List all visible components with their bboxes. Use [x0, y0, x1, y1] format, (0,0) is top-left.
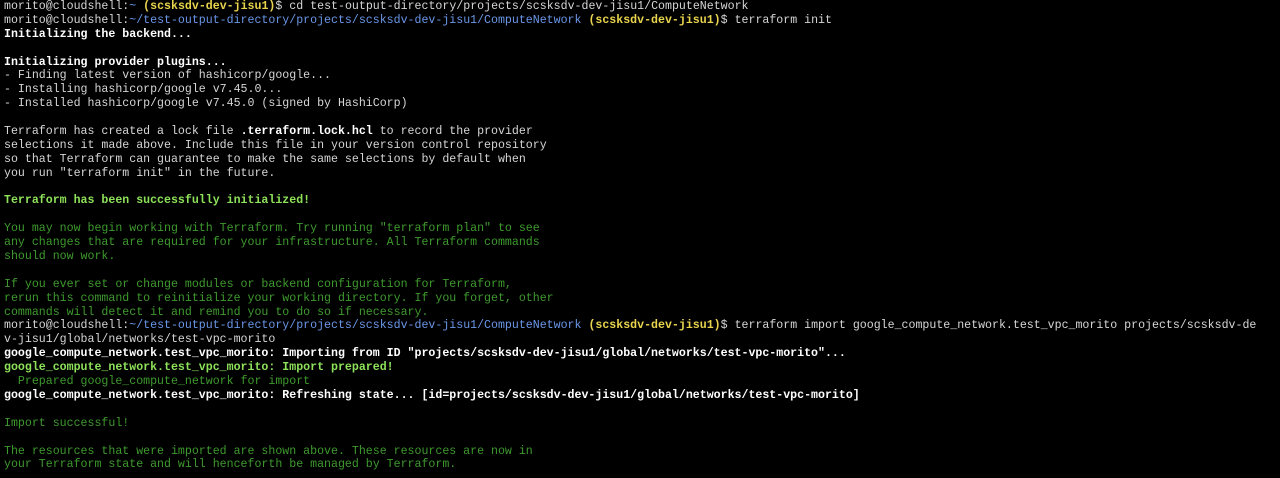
output-lock-line: Terraform has created a lock file .terra… [4, 125, 1276, 139]
output-plugin-line: - Installed hashicorp/google v7.45.0 (si… [4, 97, 408, 111]
terminal-output[interactable]: morito@cloudshell:~ (scsksdv-dev-jisu1)$… [0, 0, 1280, 478]
output-modules-line: rerun this command to reinitialize your … [4, 291, 554, 305]
output-import-prepared: google_compute_network.test_vpc_morito: … [4, 361, 394, 375]
prompt-user: morito@cloudshell: [4, 0, 130, 13]
output-import-refreshing: google_compute_network.test_vpc_morito: … [4, 388, 860, 402]
output-imported-line: The resources that were imported are sho… [4, 444, 533, 458]
prompt-line-import: morito@cloudshell:~/test-output-director… [4, 319, 1276, 333]
output-lock-line: you run "terraform init" in the future. [4, 166, 276, 180]
output-begin-line: any changes that are required for your i… [4, 236, 540, 250]
output-import-prepared-detail: Prepared google_compute_network for impo… [4, 375, 311, 389]
lock-text-pre: Terraform has created a lock file [4, 125, 241, 139]
output-plugin-line: - Installing hashicorp/google v7.45.0... [4, 83, 283, 97]
prompt-symbol: $ [720, 319, 728, 333]
output-modules-line: commands will detect it and remind you t… [4, 305, 429, 319]
prompt-path-home: ~ [129, 0, 137, 13]
output-begin-line: should now work. [4, 250, 116, 264]
prompt-line-cd: morito@cloudshell:~ (scsksdv-dev-jisu1)$… [4, 0, 1276, 14]
output-lock-line: selections it made above. Include this f… [4, 138, 547, 152]
output-init-backend: Initializing the backend... [4, 27, 192, 41]
command-text: terraform init [727, 13, 832, 27]
prompt-path: ~/test-output-directory/projects/scsksdv… [129, 13, 582, 27]
output-lock-line: so that Terraform can guarantee to make … [4, 152, 526, 166]
prompt-symbol: $ [720, 13, 728, 27]
output-init-success: Terraform has been successfully initiali… [4, 194, 311, 208]
output-modules-line: If you ever set or change modules or bac… [4, 277, 512, 291]
project-tag: (scsksdv-dev-jisu1) [588, 13, 721, 27]
output-plugin-line: - Finding latest version of hashicorp/go… [4, 69, 331, 83]
command-text: terraform import google_compute_network.… [727, 319, 1257, 333]
prompt-user: morito@cloudshell: [4, 13, 130, 27]
output-imported-line: your Terraform state and will henceforth… [4, 458, 457, 472]
output-import-success: Import successful! [4, 416, 130, 430]
command-text: cd test-output-directory/projects/scsksd… [282, 0, 749, 13]
lock-text-post: to record the provider [372, 125, 533, 139]
output-init-plugins: Initializing provider plugins... [4, 55, 227, 69]
prompt-user: morito@cloudshell: [4, 319, 130, 333]
project-tag: (scsksdv-dev-jisu1) [143, 0, 276, 13]
command-text-wrap: v-jisu1/global/networks/test-vpc-morito [4, 333, 276, 347]
project-tag: (scsksdv-dev-jisu1) [588, 319, 721, 333]
output-begin-line: You may now begin working with Terraform… [4, 222, 540, 236]
output-import-importing: google_compute_network.test_vpc_morito: … [4, 347, 846, 361]
lock-file-name: .terraform.lock.hcl [240, 125, 373, 139]
prompt-line-init: morito@cloudshell:~/test-output-director… [4, 14, 1276, 28]
prompt-path: ~/test-output-directory/projects/scsksdv… [129, 319, 582, 333]
